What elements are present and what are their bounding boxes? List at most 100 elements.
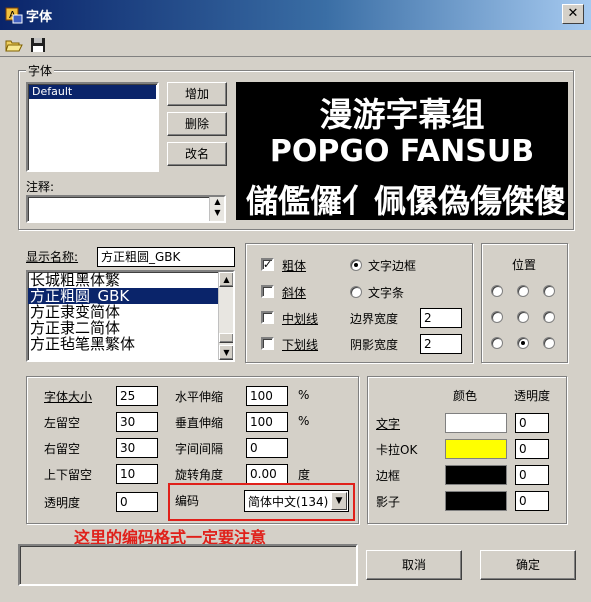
scroll-up-icon[interactable]: ▲ — [210, 197, 225, 208]
chevron-down-icon[interactable]: ▼ — [331, 492, 347, 510]
comment-label: 注释: — [26, 180, 55, 194]
close-button[interactable]: ✕ — [562, 4, 584, 24]
font-list-item[interactable]: 方正隶二简体 — [28, 320, 218, 336]
list-item[interactable]: Default — [29, 85, 156, 99]
position-radio-bottom-left[interactable] — [491, 337, 503, 349]
display-name-label: 显示名称: — [26, 250, 79, 264]
rename-button[interactable]: 改名 — [167, 142, 227, 166]
vertical-margin-input[interactable]: 10 — [116, 464, 158, 484]
hscale-input[interactable]: 100 — [246, 386, 288, 406]
position-radio-top-center[interactable] — [517, 285, 529, 297]
color-swatch[interactable] — [445, 413, 507, 433]
strikethrough-checkbox[interactable] — [261, 311, 274, 324]
vertical-margin-label: 上下留空 — [44, 468, 93, 482]
position-radio-bottom-right[interactable] — [543, 337, 555, 349]
preview-line-3: 儲儖儸亻佩傫偽傷傑傻 — [245, 182, 566, 220]
alpha-input[interactable]: 0 — [515, 465, 549, 485]
vscale-unit: % — [298, 414, 310, 428]
position-radio-middle-right[interactable] — [543, 311, 555, 323]
right-margin-input[interactable]: 30 — [116, 438, 158, 458]
preview-line-1: 漫游字幕组 — [319, 95, 485, 134]
strikethrough-label[interactable]: 中划线 — [282, 310, 318, 327]
vscale-input[interactable]: 100 — [246, 412, 288, 432]
color-row-label: 边框 — [376, 469, 401, 483]
text-border-label[interactable]: 文字边框 — [368, 257, 416, 274]
scroll-down-icon[interactable]: ▼ — [210, 208, 225, 219]
add-button[interactable]: 增加 — [167, 82, 227, 106]
bold-label[interactable]: 粗体 — [282, 257, 306, 274]
color-row-label: 卡拉OK — [376, 443, 418, 457]
color-swatch[interactable] — [445, 491, 507, 511]
encoding-value: 简体中文(134) — [248, 495, 329, 509]
toolbar — [0, 31, 591, 57]
shadow-width-input[interactable]: 2 — [420, 334, 462, 354]
color-header: 颜色 — [453, 389, 478, 403]
alpha-input[interactable]: 0 — [515, 491, 549, 511]
font-list-item[interactable]: 方正隶变简体 — [28, 304, 218, 320]
italic-checkbox[interactable] — [261, 285, 274, 298]
font-size-input[interactable]: 25 — [116, 386, 158, 406]
window-title: 字体 — [26, 10, 53, 25]
floppy-disk-icon[interactable] — [28, 35, 48, 55]
spacing-input[interactable]: 0 — [246, 438, 288, 458]
vscale-label: 垂直伸缩 — [175, 416, 224, 430]
display-name-input[interactable]: 方正粗圆_GBK — [97, 247, 235, 267]
encoding-label: 编码 — [175, 494, 200, 508]
position-radio-middle-center[interactable] — [517, 311, 529, 323]
font-preview: 漫游字幕组 POPGO FANSUB 儲儖儸亻佩傫偽傷傑傻 — [236, 82, 568, 220]
bold-checkbox[interactable]: ✓ — [261, 258, 274, 271]
color-row-label: 文字 — [376, 417, 401, 431]
position-radio-top-left[interactable] — [491, 285, 503, 297]
scroll-down-icon[interactable]: ▼ — [219, 345, 233, 360]
underline-label[interactable]: 下划线 — [282, 336, 318, 353]
rotation-unit: 度 — [298, 468, 311, 482]
color-swatch[interactable] — [445, 465, 507, 485]
font-list-item[interactable]: 方正粗圆_GBK — [28, 288, 218, 304]
font-list-items: 长城粗黑体繁 方正粗圆_GBK 方正隶变简体 方正隶二简体 方正毡笔黑繁体 — [28, 272, 233, 352]
underline-checkbox[interactable] — [261, 337, 274, 350]
scroll-up-icon[interactable]: ▲ — [219, 272, 233, 287]
opacity-label: 透明度 — [44, 496, 81, 510]
status-box — [18, 544, 358, 586]
cancel-button[interactable]: 取消 — [366, 550, 462, 580]
hscale-unit: % — [298, 388, 310, 402]
left-margin-label: 左留空 — [44, 416, 81, 430]
alpha-input[interactable]: 0 — [515, 439, 549, 459]
encoding-select[interactable]: 简体中文(134) ▼ — [244, 490, 349, 512]
delete-button[interactable]: 删除 — [167, 112, 227, 136]
text-bar-radio[interactable] — [350, 286, 362, 298]
position-radio-middle-left[interactable] — [491, 311, 503, 323]
folder-open-icon[interactable] — [4, 35, 24, 55]
scroll-thumb[interactable] — [219, 333, 233, 343]
border-width-label: 边界宽度 — [350, 312, 399, 326]
text-border-radio[interactable] — [350, 259, 362, 271]
title-bar[interactable] — [0, 0, 591, 30]
font-list-scrollbar[interactable]: ▲ ▼ — [218, 272, 233, 360]
font-list-item[interactable]: 方正毡笔黑繁体 — [28, 336, 218, 352]
ok-button[interactable]: 确定 — [480, 550, 576, 580]
color-row-label: 影子 — [376, 495, 401, 509]
spacing-label: 字间间隔 — [175, 442, 224, 456]
system-font-list[interactable]: 长城粗黑体繁 方正粗圆_GBK 方正隶变简体 方正隶二简体 方正毡笔黑繁体 ▲ ▼ — [26, 270, 235, 362]
font-list-item[interactable]: 长城粗黑体繁 — [28, 272, 218, 288]
text-bar-label[interactable]: 文字条 — [368, 284, 404, 301]
comment-field[interactable]: ▲ ▼ — [26, 195, 226, 223]
app-icon: A — [5, 7, 23, 24]
opacity-input[interactable]: 0 — [116, 492, 158, 512]
alpha-header: 透明度 — [514, 389, 551, 403]
alpha-input[interactable]: 0 — [515, 413, 549, 433]
left-margin-input[interactable]: 30 — [116, 412, 158, 432]
font-preset-list[interactable]: Default — [26, 82, 159, 172]
position-radio-bottom-center[interactable] — [517, 337, 529, 349]
comment-scrollbar[interactable]: ▲ ▼ — [209, 197, 224, 221]
position-radio-top-right[interactable] — [543, 285, 555, 297]
close-icon: ✕ — [567, 6, 579, 21]
italic-label[interactable]: 斜体 — [282, 284, 306, 301]
preview-line-2: POPGO FANSUB — [269, 134, 535, 169]
border-width-input[interactable]: 2 — [420, 308, 462, 328]
font-group-label: 字体 — [26, 62, 55, 79]
font-size-label: 字体大小 — [44, 390, 93, 404]
color-swatch[interactable] — [445, 439, 507, 459]
rotation-input[interactable]: 0.00 — [246, 464, 288, 484]
position-label: 位置 — [512, 258, 537, 272]
